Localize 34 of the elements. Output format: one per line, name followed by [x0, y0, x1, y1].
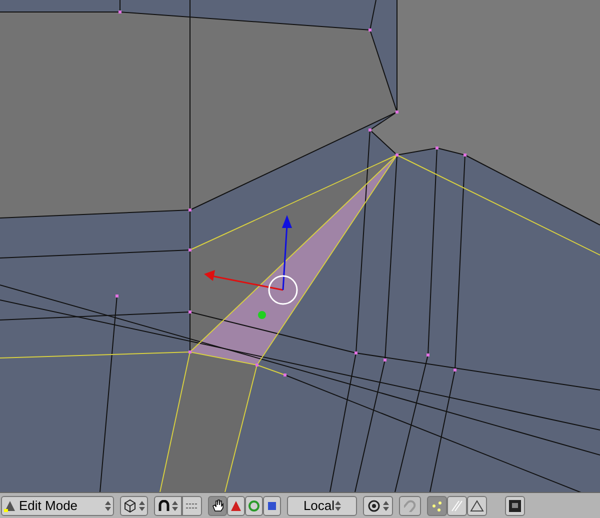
mode-label: Edit Mode [19, 496, 79, 515]
draw-type-button[interactable] [120, 496, 148, 516]
hand-icon [212, 499, 224, 512]
vertex-icon [431, 500, 443, 512]
square-icon [268, 502, 276, 510]
magnet-icon [404, 500, 416, 512]
up-down-arrows-icon [105, 500, 111, 510]
manipulator-toggle[interactable] [208, 496, 227, 516]
triangle-icon [470, 500, 484, 512]
snap-button[interactable] [399, 496, 421, 516]
edge-icon [451, 500, 463, 512]
up-down-arrows-icon [172, 500, 178, 510]
proportional-edit-button[interactable] [363, 496, 393, 516]
align-button[interactable] [182, 496, 202, 516]
select-mode-button[interactable] [427, 496, 447, 516]
render-button[interactable] [505, 496, 525, 516]
render-icon [509, 500, 521, 512]
up-down-arrows-icon [382, 500, 388, 510]
ring-icon [248, 500, 260, 512]
rotate-button[interactable] [245, 496, 263, 516]
scale-button[interactable] [263, 496, 281, 516]
up-down-arrows-icon [139, 500, 145, 510]
select-mode-button[interactable] [447, 496, 467, 516]
up-down-arrows-icon [334, 500, 341, 510]
cube-icon [123, 498, 137, 512]
orientation-dropdown[interactable]: Local [287, 496, 357, 516]
triangle-mesh-icon [4, 500, 16, 512]
orientation-label: Local [303, 496, 335, 515]
triangle-icon [231, 500, 241, 510]
target-icon [368, 500, 380, 512]
mode-dropdown[interactable]: Edit Mode [1, 496, 114, 516]
translate-button[interactable] [227, 496, 245, 516]
select-mode-button[interactable] [467, 496, 487, 516]
pivot-button[interactable] [154, 496, 182, 516]
